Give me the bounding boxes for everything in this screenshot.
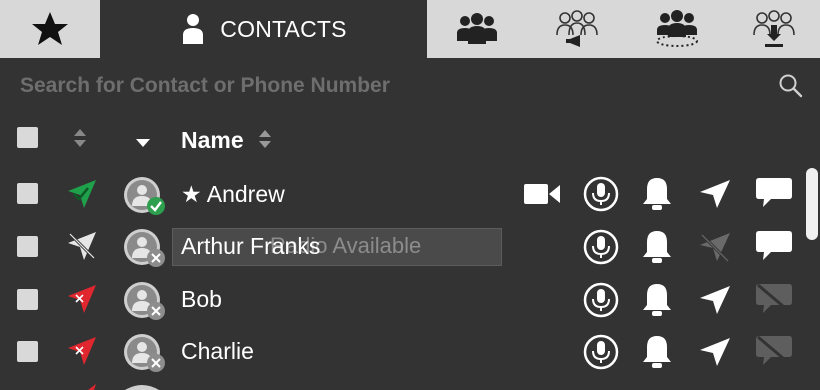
avatar — [124, 229, 165, 267]
avatar — [125, 385, 159, 390]
location-green-icon — [68, 180, 96, 208]
tab-broadcast-groups[interactable] — [527, 0, 627, 58]
contact-icon — [183, 14, 204, 44]
microphone-icon[interactable] — [583, 176, 619, 212]
select-all-checkbox[interactable] — [17, 127, 38, 148]
video-call-icon[interactable] — [523, 181, 561, 207]
bell-icon[interactable] — [640, 333, 674, 371]
chat-icon[interactable] — [755, 176, 793, 210]
search-bar — [0, 58, 820, 114]
tab-bar: CONTACTS — [0, 0, 820, 58]
search-icon[interactable] — [778, 73, 804, 99]
location-arrow-icon[interactable] — [698, 284, 732, 316]
chat-disabled-icon — [756, 335, 792, 366]
search-input[interactable] — [20, 70, 760, 102]
scrollbar[interactable] — [806, 168, 818, 240]
row-checkbox[interactable] — [17, 236, 38, 257]
group-download-icon — [752, 10, 795, 47]
table-row[interactable] — [0, 272, 800, 324]
location-red-icon — [68, 285, 96, 313]
group-broadcast-icon — [556, 10, 598, 47]
microphone-icon[interactable] — [583, 282, 619, 318]
name-column-header[interactable]: Name — [181, 127, 244, 154]
sort-name-icon[interactable] — [258, 129, 272, 149]
table-row[interactable] — [0, 324, 800, 376]
bell-icon[interactable] — [640, 281, 674, 319]
group-icon — [457, 13, 497, 44]
microphone-icon[interactable] — [583, 334, 619, 370]
avatar — [124, 177, 165, 215]
table-header — [0, 114, 820, 164]
tab-contacts[interactable]: CONTACTS — [100, 0, 427, 58]
row-checkbox[interactable] — [17, 341, 38, 362]
location-red-icon — [68, 337, 96, 365]
chat-disabled-icon — [756, 283, 792, 314]
star-icon — [32, 12, 68, 45]
tab-dynamic-groups[interactable] — [627, 0, 727, 58]
group-dynamic-icon — [656, 10, 698, 47]
contact-name: Bob — [181, 286, 222, 312]
bell-icon[interactable] — [640, 228, 674, 266]
contact-name: Charlie — [181, 338, 254, 364]
tab-contacts-label: CONTACTS — [220, 15, 347, 42]
avatar — [124, 334, 165, 372]
location-disabled-icon — [68, 232, 96, 260]
chevron-down-icon[interactable] — [136, 138, 150, 148]
avatar — [124, 282, 165, 320]
contact-name: Arthur Franks — [181, 233, 321, 259]
location-red-icon — [88, 384, 96, 390]
location-arrow-icon[interactable] — [698, 178, 732, 210]
sort-status-icon[interactable] — [73, 128, 87, 148]
location-arrow-icon[interactable] — [698, 336, 732, 368]
chat-icon[interactable] — [755, 229, 793, 263]
table-row[interactable] — [0, 168, 800, 220]
tab-groups[interactable] — [427, 0, 527, 58]
tab-favorites[interactable] — [0, 0, 100, 58]
microphone-icon[interactable] — [583, 229, 619, 265]
location-disabled-icon — [700, 233, 730, 263]
row-checkbox[interactable] — [17, 289, 38, 310]
bell-icon[interactable] — [640, 175, 674, 213]
tab-download-groups[interactable] — [727, 0, 820, 58]
contact-name: ★ Andrew — [181, 181, 285, 207]
row-checkbox[interactable] — [17, 183, 38, 204]
